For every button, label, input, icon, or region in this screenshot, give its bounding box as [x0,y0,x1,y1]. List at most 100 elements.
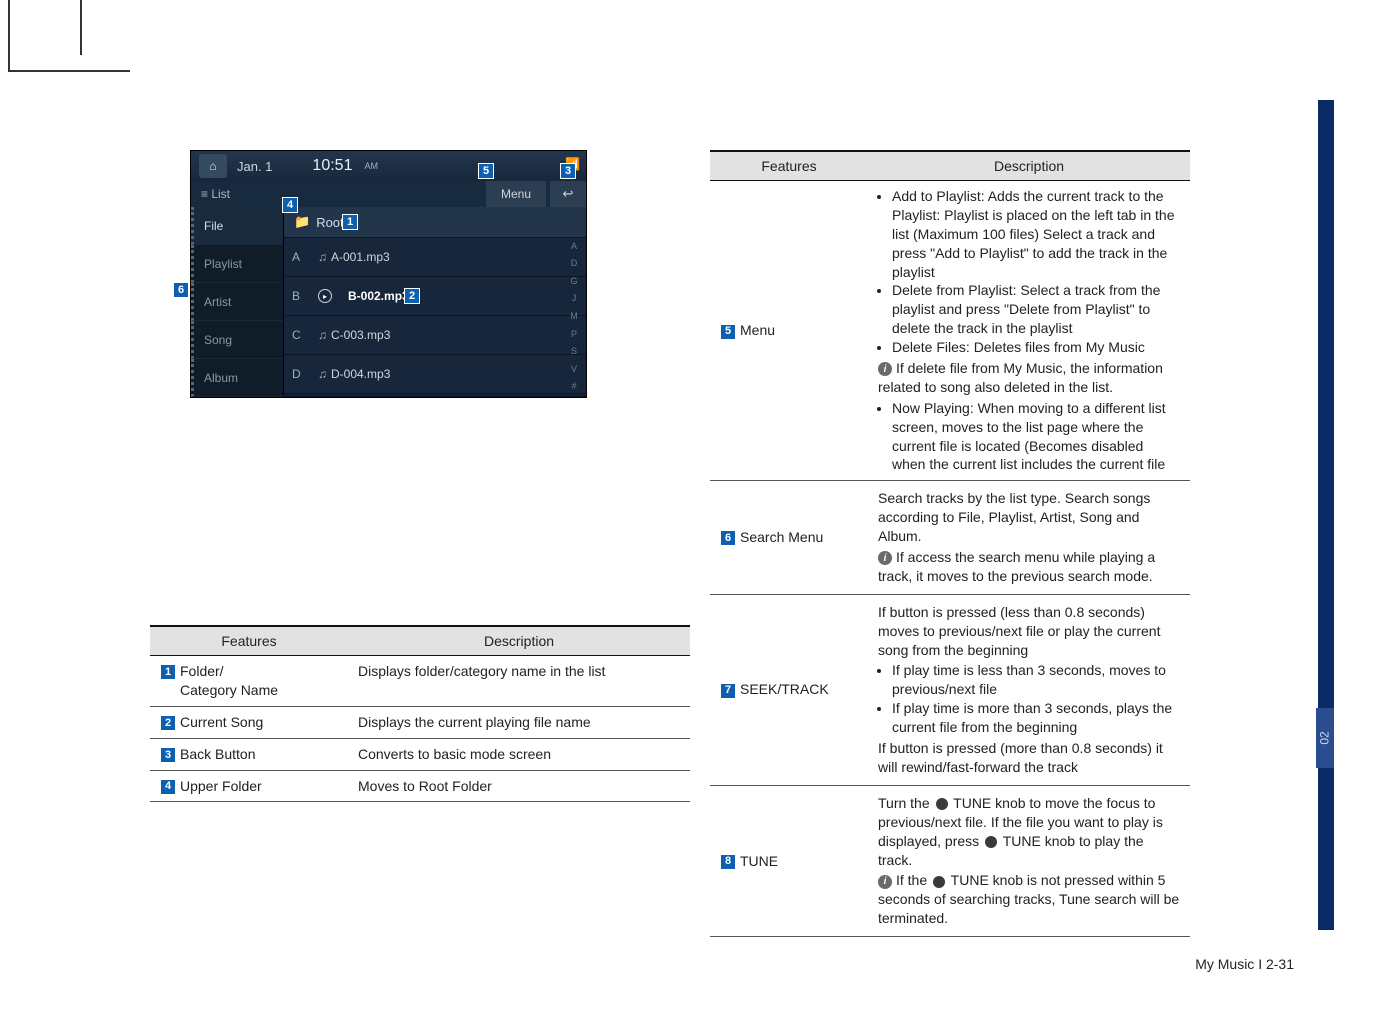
index-letter: D [566,258,582,268]
play-icon: ▸ [318,289,332,303]
menu-info1: If delete file from My Music, the inform… [878,360,1163,395]
menu-button[interactable]: Menu 5 [486,181,546,207]
tune-p1: Turn the TUNE knob to move the focus to … [878,794,1180,870]
feat-label: Search Menu [740,529,823,545]
alpha-index[interactable]: A D G J M P S V # [566,237,582,395]
track-row[interactable]: A A-001.mp3 [284,238,586,277]
feat-desc: Converts to basic mode screen [348,738,690,770]
device-screenshot: ⌂ Jan. 1 10:51AM 📶 ≡ List Menu 5 ↩ 3 Fil… [190,150,587,398]
feat-desc: Displays folder/category name in the lis… [348,656,690,707]
th-features: Features [150,626,348,656]
list-label: ≡ List [191,187,291,201]
side-item-song[interactable]: Song [191,321,283,359]
menu-bul2: Delete from Playlist: Select a track fro… [892,281,1180,338]
th-description: Description [348,626,690,656]
tune-desc: Turn the TUNE knob to move the focus to … [868,785,1190,936]
row-letter: C [292,328,306,342]
seek-bul2: If play time is more than 3 seconds, pla… [892,699,1180,737]
menu-bul4: Now Playing: When moving to a different … [892,399,1180,475]
info-icon: i [878,875,892,889]
side-item-album[interactable]: Album [191,359,283,397]
home-icon[interactable]: ⌂ [199,154,227,178]
index-letter: V [566,364,582,374]
root-folder-row[interactable]: 📁 Root 4 1 [284,207,586,238]
status-bar: ⌂ Jan. 1 10:51AM 📶 [191,151,586,181]
track-row-playing[interactable]: B ▸ B-002.mp3 2 [284,277,586,316]
features-table-left: Features Description 1Folder/ Category N… [150,625,690,802]
side-item-file[interactable]: File [191,207,283,245]
index-letter: # [566,381,582,391]
status-clock-suffix: AM [364,161,378,171]
search-p1: Search tracks by the list type. Search s… [878,489,1180,546]
callout-4: 4 [282,197,298,213]
menu-bul3: Delete Files: Deletes files from My Musi… [892,338,1180,357]
tune-info: iIf the TUNE knob is not pressed within … [878,871,1180,928]
th-description: Description [868,151,1190,181]
feat-label: SEEK/TRACK [740,681,829,697]
badge-6: 6 [720,530,736,546]
callout-2: 2 [404,288,420,304]
badge-3: 3 [160,747,176,763]
seek-p2: If button is pressed (more than 0.8 seco… [878,739,1180,777]
index-letter: M [566,311,582,321]
side-item-playlist[interactable]: Playlist [191,245,283,283]
badge-7: 7 [720,683,736,699]
sub-bar: ≡ List Menu 5 ↩ 3 [191,181,586,207]
menu-desc: Add to Playlist: Adds the current track … [868,181,1190,481]
track-list: 📁 Root 4 1 A A-001.mp3 B ▸ B-002.mp3 2 C [284,207,586,395]
feat-label: Menu [740,322,775,338]
seek-bul1: If play time is less than 3 seconds, mov… [892,661,1180,699]
track-row[interactable]: D D-004.mp3 [284,355,586,394]
badge-1: 1 [160,664,176,680]
track-row[interactable]: C C-003.mp3 [284,316,586,355]
badge-8: 8 [720,854,736,870]
search-info1: If access the search menu while playing … [878,549,1155,584]
back-button[interactable]: ↩ 3 [550,181,586,207]
callout-3: 3 [560,163,576,179]
row-letter: D [292,367,306,381]
index-letter: S [566,346,582,356]
feat-desc: Moves to Root Folder [348,770,690,802]
track-name: B-002.mp3 [348,289,409,303]
index-letter: A [566,241,582,251]
tune-info1a: If the [896,872,931,888]
track-name: D-004.mp3 [318,367,390,381]
track-name: C-003.mp3 [318,328,390,342]
root-label: Root [316,215,343,230]
seek-p1: If button is pressed (less than 0.8 seco… [878,603,1180,660]
callout-6: 6 [173,282,189,298]
tune-p1a: Turn the [878,795,934,811]
info-icon: i [878,551,892,565]
index-letter: P [566,329,582,339]
search-desc: Search tracks by the list type. Search s… [868,481,1190,594]
section-tab: 02 [1316,708,1334,768]
info-icon: i [878,362,892,376]
feat-label: Back Button [180,746,256,762]
seek-desc: If button is pressed (less than 0.8 seco… [868,594,1190,785]
feat-label: Folder/ Category Name [180,662,278,700]
track-name: A-001.mp3 [318,250,390,264]
screenshot-body: File Playlist Artist Song Album 📁 Root 4… [191,207,586,395]
callout-1: 1 [342,214,358,230]
edge-blue-bar [1318,100,1334,930]
feat-label: Current Song [180,714,263,730]
index-letter: G [566,276,582,286]
feat-label: TUNE [740,853,778,869]
folder-up-icon: 📁 [294,214,310,230]
menu-bul1: Add to Playlist: Adds the current track … [892,187,1180,281]
knob-icon [933,876,945,888]
side-menu: File Playlist Artist Song Album [191,207,284,395]
page-footer: My Music I 2-31 [1195,956,1294,972]
badge-5: 5 [720,324,736,340]
side-item-artist[interactable]: Artist [191,283,283,321]
feat-label: Upper Folder [180,778,262,794]
features-table-right: Features Description 5Menu Add to Playli… [710,150,1190,937]
knob-icon [985,836,997,848]
feat-desc: Displays the current playing file name [348,706,690,738]
menu-button-label: Menu [501,187,531,201]
badge-2: 2 [160,715,176,731]
status-clock: 10:51 [312,157,352,175]
index-letter: J [566,293,582,303]
callout-5: 5 [478,163,494,179]
knob-icon [936,798,948,810]
